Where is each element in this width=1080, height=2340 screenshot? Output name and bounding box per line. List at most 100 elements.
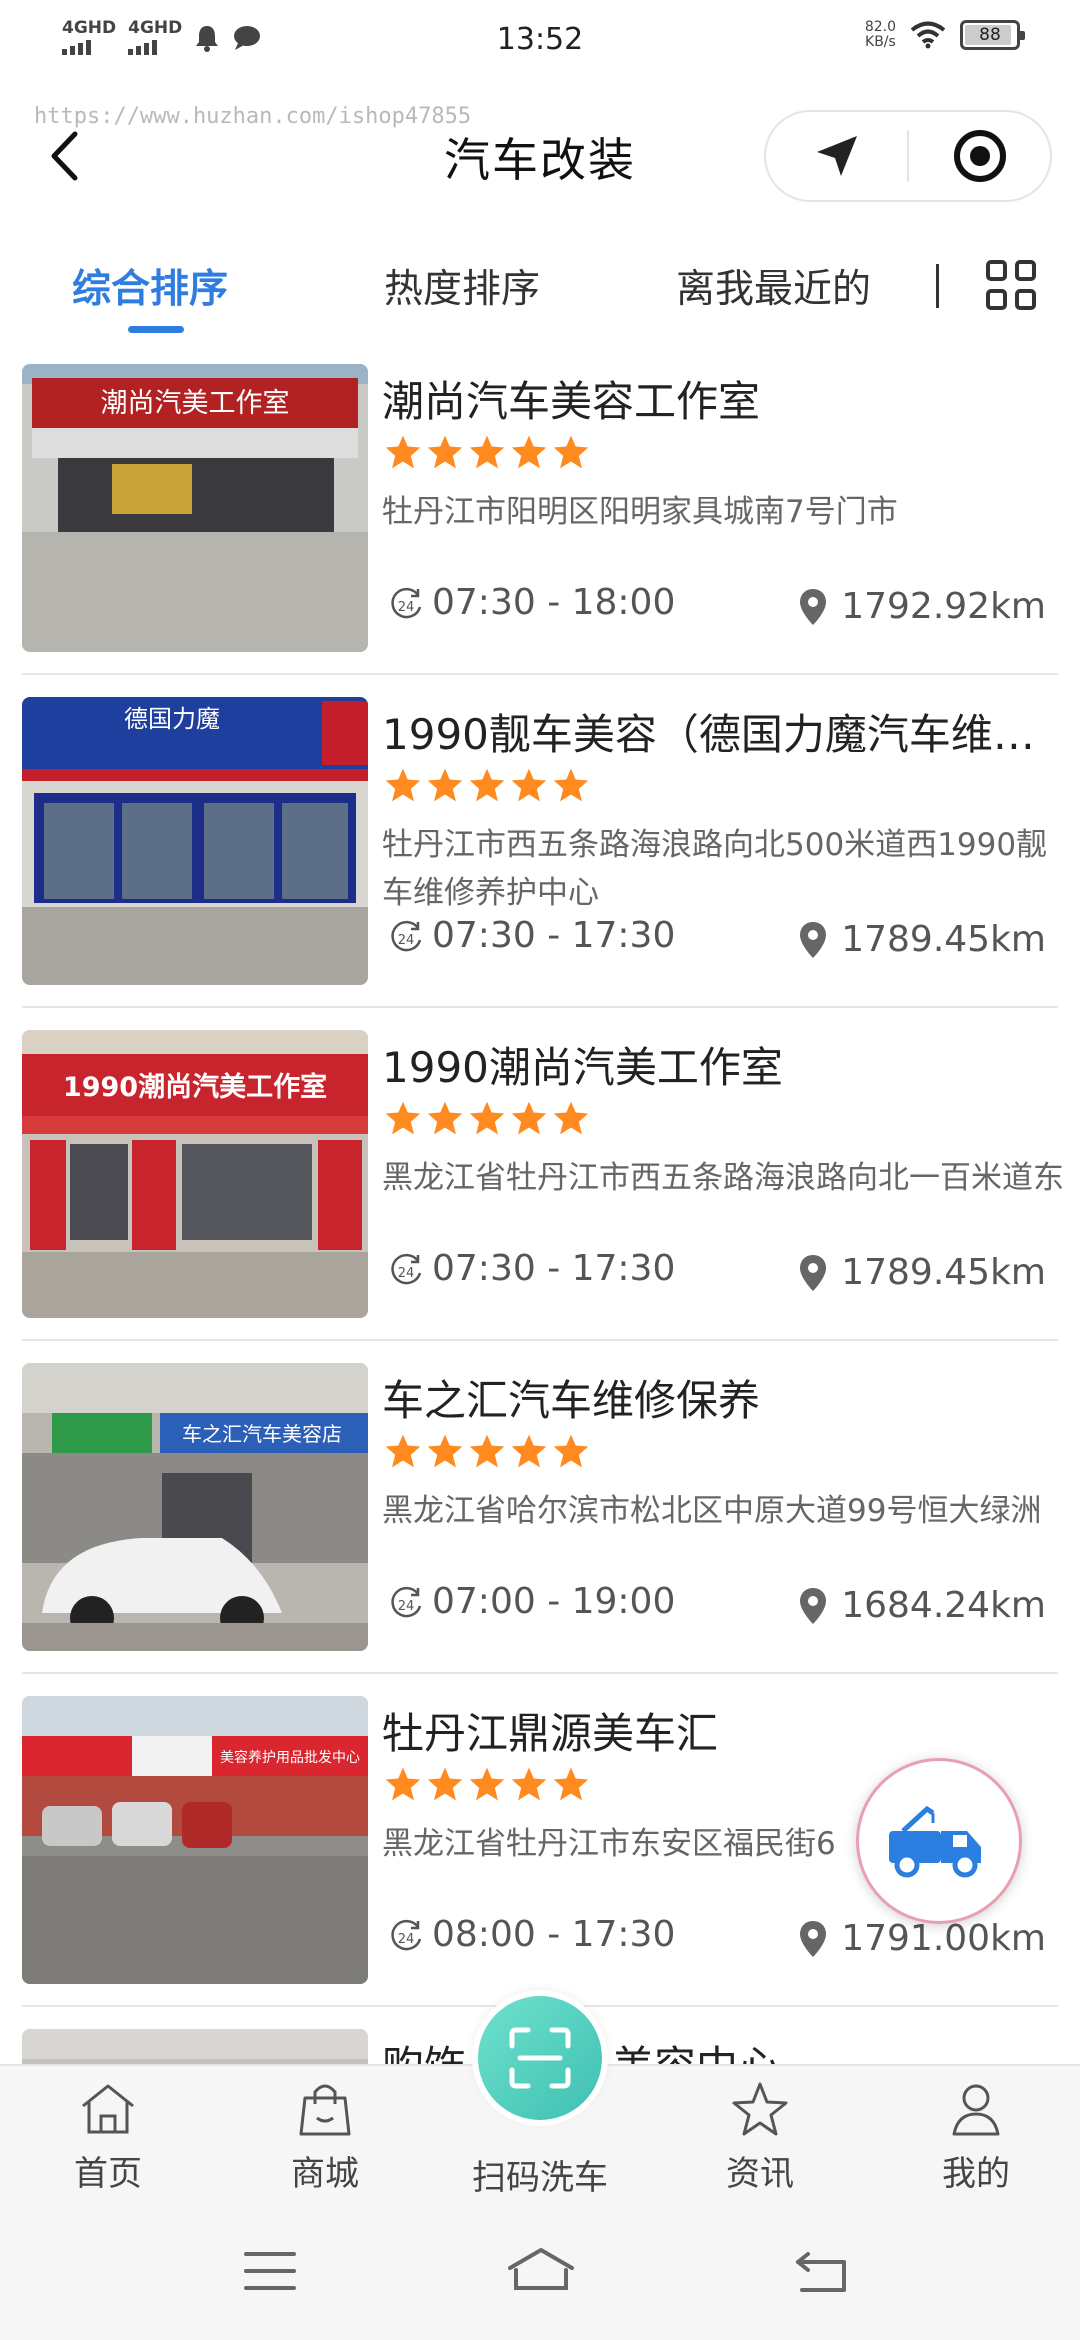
shop-address: 牡丹江市西五条路海浪路向北500米道西1990靓车维修养护中心 [382, 827, 1048, 911]
svg-text:24: 24 [398, 933, 415, 948]
status-bar: 4GHD 4GHD 13:52 82.0 KB/s 88 [0, 0, 1080, 80]
shop-distance: 1684.24km [799, 1585, 1046, 1626]
tab-divider [936, 264, 939, 308]
home-nav-icon[interactable] [506, 2246, 576, 2292]
shop-distance: 1792.92km [799, 586, 1046, 627]
shop-name: 1990潮尚汽美工作室 [382, 1043, 783, 1092]
system-nav-bar [0, 2212, 1080, 2340]
shop-sign-text: 车之汇汽车美容店 [182, 1422, 342, 1446]
shop-photo: 车之汇汽车美容店 [22, 1363, 368, 1651]
grid-view-icon[interactable] [986, 260, 1036, 310]
clock-24h-icon: 24 [391, 1919, 422, 1950]
clock-24h-icon: 24 [391, 920, 422, 951]
back-nav-icon[interactable] [794, 2250, 850, 2294]
shop-name: 潮尚汽车美容工作室 [382, 377, 761, 426]
shop-card[interactable]: 1990潮尚汽美工作室 1990潮尚汽美工作室 黑龙江省牡丹江市西五条路海浪路向… [0, 1008, 1080, 1341]
star-outline-icon [732, 2082, 788, 2136]
target-icon [953, 130, 1006, 182]
tab-home-label: 首页 [74, 2154, 142, 2194]
clock-24h-icon: 24 [391, 587, 422, 618]
active-tab-indicator [128, 326, 184, 333]
shop-sign-text: 德国力魔 [124, 705, 220, 733]
location-pin-icon [800, 1587, 827, 1624]
hours-text: 07:00 - 19:00 [432, 1581, 676, 1622]
tow-truck-icon [889, 1805, 981, 1878]
star-icon [553, 1434, 589, 1468]
clock-24h-icon: 24 [391, 1586, 422, 1617]
star-icon [469, 1767, 505, 1801]
location-button[interactable] [766, 112, 907, 200]
rating-stars [384, 434, 590, 470]
star-icon [511, 1767, 547, 1801]
net-speed-value: 82.0 [864, 19, 896, 35]
distance-text: 1684.24km [841, 1585, 1046, 1626]
star-icon [427, 435, 463, 469]
business-hours: 24 07:00 - 19:00 [388, 1581, 675, 1622]
tab-mine-label: 我的 [942, 2154, 1010, 2194]
distance-text: 1789.45km [841, 919, 1046, 960]
tab-comprehensive[interactable]: 综合排序 [72, 258, 228, 314]
shop-photo: 美容养护用品批发中心 [22, 1696, 368, 1984]
tab-scan-label[interactable]: 扫码洗车 [440, 2150, 640, 2199]
svg-text:24: 24 [398, 1932, 415, 1947]
star-icon [385, 435, 421, 469]
shop-address: 黑龙江省牡丹江市西五条路海浪路向北一百米道东 [382, 1160, 1064, 1196]
rating-stars [384, 1766, 590, 1802]
net-speed: 82.0 KB/s [865, 20, 896, 50]
business-hours: 24 07:30 - 18:00 [388, 582, 675, 623]
star-icon [511, 1434, 547, 1468]
menu-icon[interactable] [244, 2250, 296, 2292]
shop-name: 车之汇汽车维修保养 [382, 1376, 761, 1425]
tab-mine[interactable]: 我的 [896, 2080, 1056, 2195]
tab-news-label: 资讯 [726, 2154, 794, 2194]
shop-card[interactable]: 车之汇汽车美容店 车之汇汽车维修保养 黑龙江省哈尔滨市松北区中原大道99号恒大绿… [0, 1341, 1080, 1674]
svg-text:24: 24 [398, 600, 415, 615]
hours-text: 07:30 - 18:00 [432, 582, 676, 623]
tab-mall[interactable]: 商城 [245, 2080, 405, 2195]
business-hours: 24 07:30 - 17:30 [388, 1248, 675, 1289]
hours-text: 07:30 - 17:30 [432, 915, 676, 956]
location-pin-icon [800, 921, 827, 958]
svg-text:24: 24 [398, 1266, 415, 1281]
star-icon [553, 768, 589, 802]
rating-stars [384, 1100, 590, 1136]
shop-card[interactable]: 潮尚汽美工作室 潮尚汽车美容工作室 牡丹江市阳明区阳明家具城南7号门市 24 0… [0, 342, 1080, 675]
shop-name: 1990靓车美容（德国力魔汽车维修养护中心） [382, 710, 1072, 759]
tab-home[interactable]: 首页 [28, 2080, 188, 2195]
shop-address: 牡丹江市阳明区阳明家具城南7号门市 [382, 494, 898, 530]
distance-text: 1789.45km [841, 1252, 1046, 1293]
shop-distance: 1789.45km [799, 1252, 1046, 1293]
battery-indicator: 88 [960, 20, 1025, 50]
scan-wash-button[interactable] [472, 1990, 608, 2126]
tab-mall-label: 商城 [291, 2154, 359, 2194]
target-button[interactable] [909, 112, 1050, 200]
star-icon [469, 768, 505, 802]
nav-bar: https://www.huzhan.com/ishop47855 汽车改装 [0, 80, 1080, 230]
shop-address: 黑龙江省哈尔滨市松北区中原大道99号恒大绿洲 [382, 1493, 1042, 1529]
star-icon [385, 1434, 421, 1468]
tab-popularity[interactable]: 热度排序 [384, 258, 540, 314]
shop-photo: 1990潮尚汽美工作室 [22, 1030, 368, 1318]
star-icon [427, 1101, 463, 1135]
shop-photo: 德国力魔 [22, 697, 368, 985]
home-icon [82, 2084, 134, 2134]
nav-capsule [764, 110, 1052, 202]
shopping-bag-icon [299, 2084, 351, 2136]
shop-card[interactable]: 德国力魔 1990靓车美容（德国力魔汽车维修养护中心） 牡丹江市西五条路海浪路向… [0, 675, 1080, 1008]
tab-news[interactable]: 资讯 [680, 2080, 840, 2195]
distance-text: 1792.92km [841, 586, 1046, 627]
tab-nearest[interactable]: 离我最近的 [676, 258, 871, 314]
business-hours: 24 07:30 - 17:30 [388, 915, 675, 956]
clock-24h-icon: 24 [391, 1253, 422, 1284]
star-icon [385, 1101, 421, 1135]
tow-service-button[interactable] [856, 1758, 1022, 1924]
shop-sign-text: 美容养护用品批发中心 [220, 1749, 360, 1766]
star-icon [469, 1101, 505, 1135]
star-icon [427, 1767, 463, 1801]
star-icon [511, 1101, 547, 1135]
rating-stars [384, 1433, 590, 1469]
star-icon [553, 1767, 589, 1801]
shop-distance: 1789.45km [799, 919, 1046, 960]
star-icon [553, 1101, 589, 1135]
location-pin-icon [800, 1920, 827, 1957]
